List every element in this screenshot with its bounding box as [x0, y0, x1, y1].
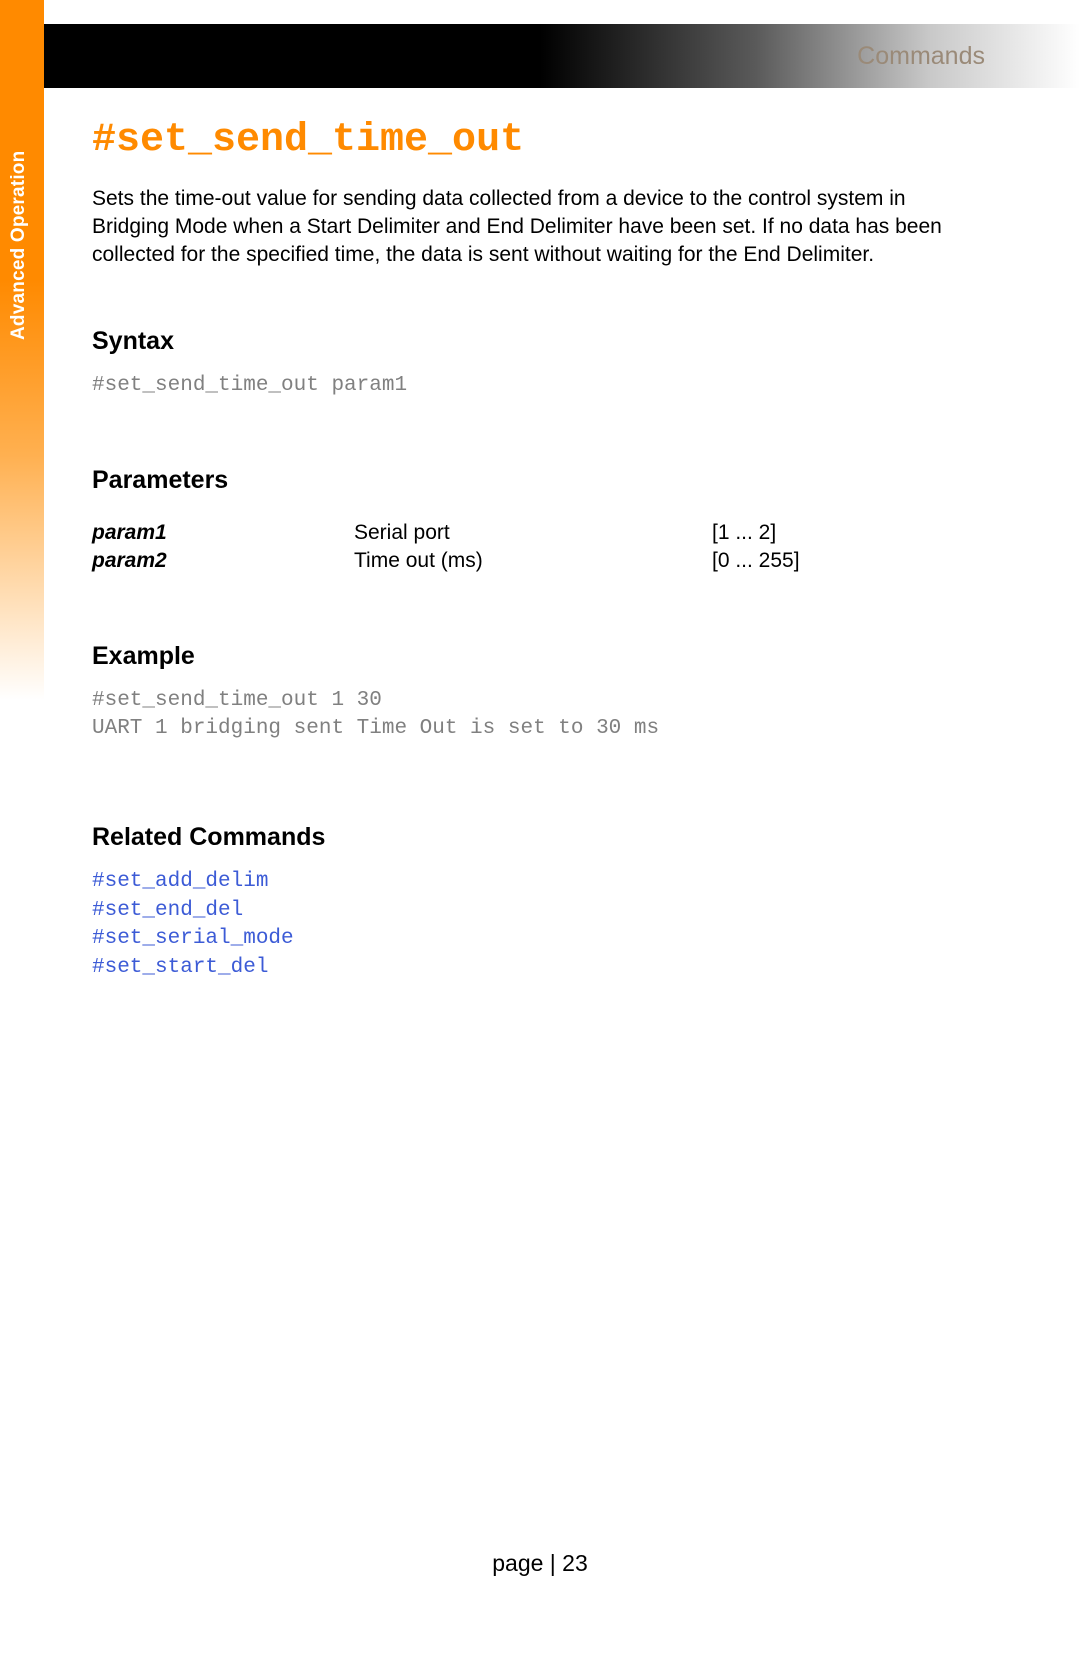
- related-link[interactable]: #set_add_delim: [92, 868, 985, 896]
- command-description: Sets the time-out value for sending data…: [92, 185, 985, 269]
- syntax-code: #set_send_time_out param1: [92, 372, 985, 400]
- param-desc: Serial port: [354, 519, 712, 547]
- table-row: param2 Time out (ms) [0 ... 255]: [92, 547, 985, 575]
- section-heading-syntax: Syntax: [92, 327, 985, 356]
- param-name: param1: [92, 519, 354, 547]
- command-title: #set_send_time_out: [92, 118, 985, 163]
- header-bar: Commands: [0, 24, 1080, 88]
- related-link[interactable]: #set_serial_mode: [92, 925, 985, 953]
- table-row: param1 Serial port [1 ... 2]: [92, 519, 985, 547]
- sidebar-label: Advanced Operation: [8, 151, 30, 340]
- parameters-block: Parameters param1 Serial port [1 ... 2] …: [92, 466, 985, 576]
- parameters-table: param1 Serial port [1 ... 2] param2 Time…: [92, 519, 985, 576]
- related-link[interactable]: #set_end_del: [92, 897, 985, 925]
- related-commands-list: #set_add_delim #set_end_del #set_serial_…: [92, 868, 985, 981]
- param-range: [1 ... 2]: [712, 519, 985, 547]
- header-section-title: Commands: [857, 42, 985, 71]
- section-heading-example: Example: [92, 642, 985, 671]
- param-range: [0 ... 255]: [712, 547, 985, 575]
- example-code: #set_send_time_out 1 30 UART 1 bridging …: [92, 687, 985, 744]
- related-link[interactable]: #set_start_del: [92, 954, 985, 982]
- sidebar-tab: Advanced Operation: [0, 0, 44, 700]
- example-block: Example #set_send_time_out 1 30 UART 1 b…: [92, 642, 985, 744]
- param-name: param2: [92, 547, 354, 575]
- param-desc: Time out (ms): [354, 547, 712, 575]
- section-heading-parameters: Parameters: [92, 466, 985, 495]
- section-heading-related: Related Commands: [92, 823, 985, 852]
- page-content: #set_send_time_out Sets the time-out val…: [92, 118, 985, 982]
- page-footer: page | 23: [0, 1550, 1080, 1577]
- syntax-block: Syntax #set_send_time_out param1: [92, 327, 985, 400]
- related-commands-block: Related Commands #set_add_delim #set_end…: [92, 823, 985, 981]
